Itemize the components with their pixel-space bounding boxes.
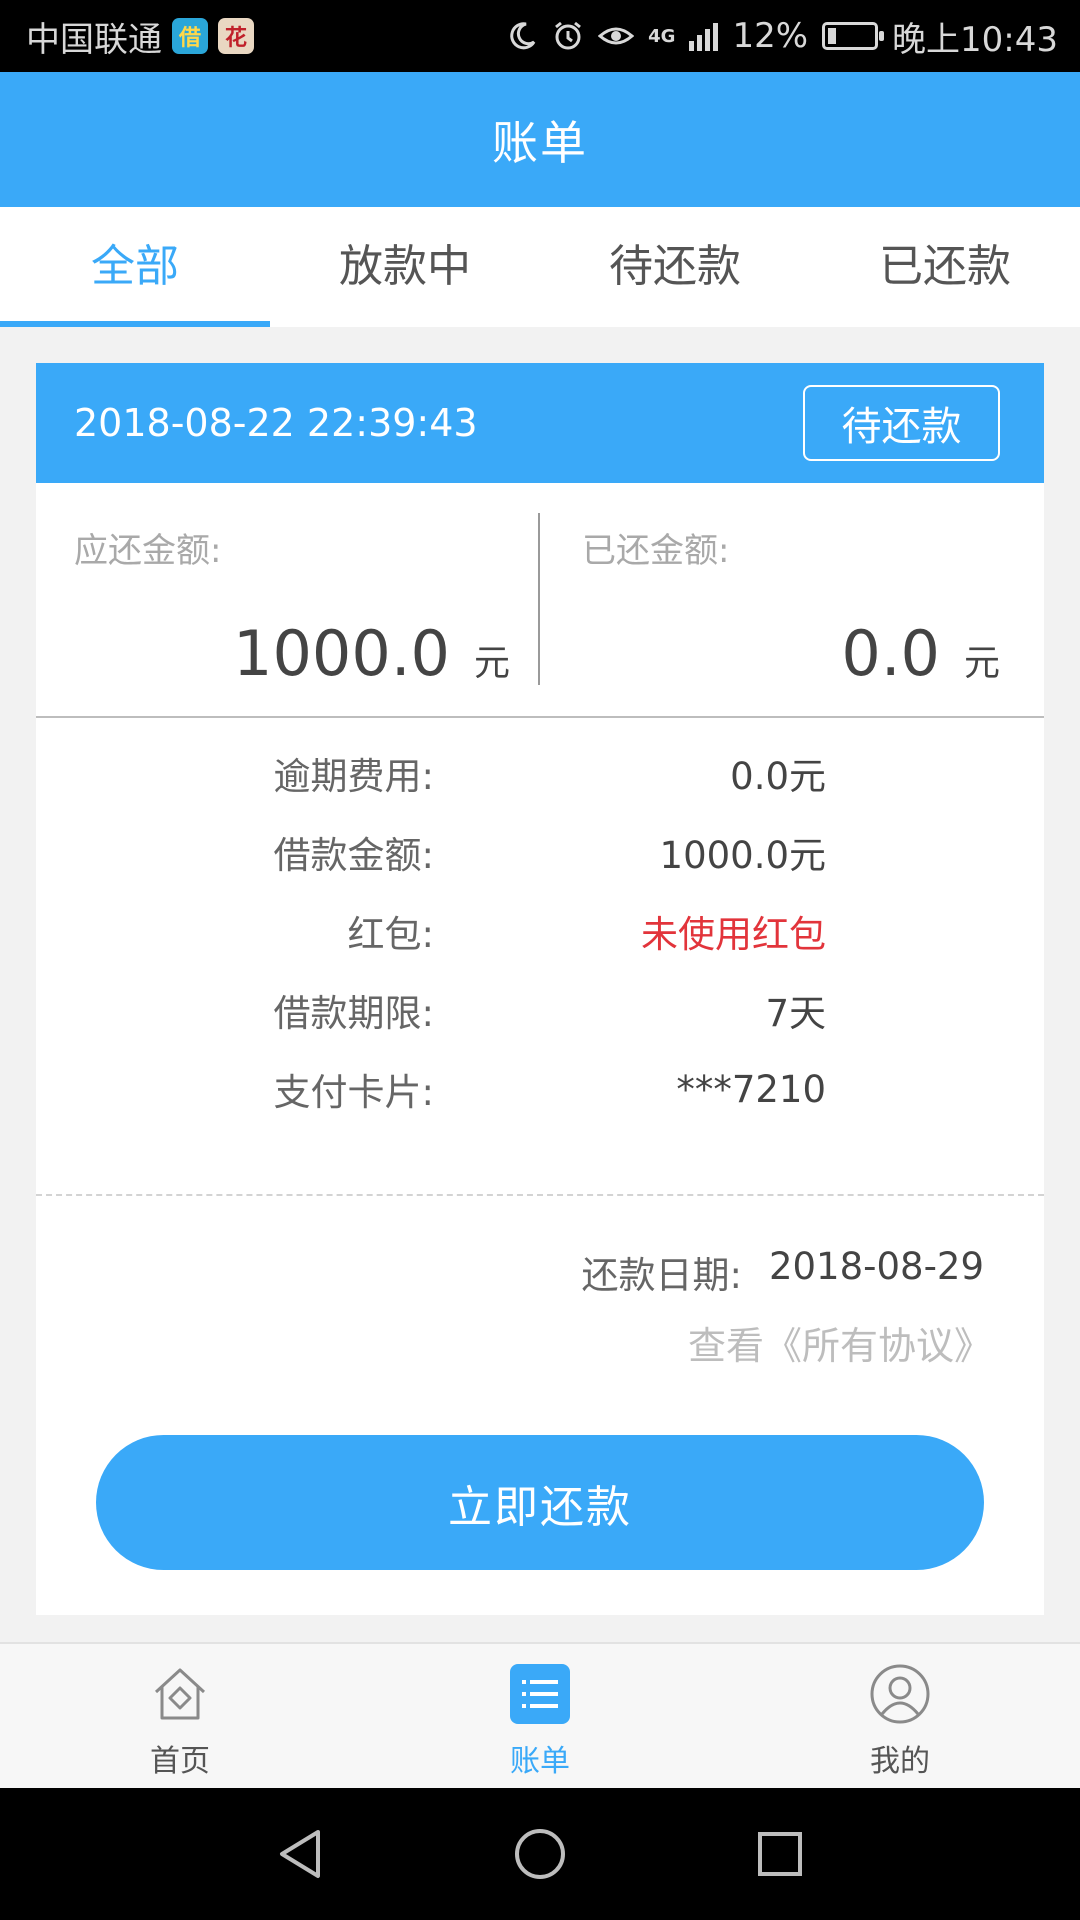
paid-amount-section: 已还金额: 0.0 元 xyxy=(540,483,1044,716)
detail-label: 借款金额: xyxy=(273,834,434,877)
detail-value: ***7210 xyxy=(676,1067,826,1111)
home-icon xyxy=(148,1662,212,1726)
loan-app-icon: 借 xyxy=(172,18,208,54)
due-amount-value: 1000.0 xyxy=(233,617,450,690)
paid-amount-value: 0.0 xyxy=(841,617,940,690)
home-circle-icon[interactable] xyxy=(510,1824,570,1884)
amount-summary: 应还金额: 1000.0 元 已还金额: 0.0 元 xyxy=(36,483,1044,718)
user-icon xyxy=(868,1662,932,1726)
dashed-divider xyxy=(36,1194,1044,1196)
nav-home[interactable]: 首页 xyxy=(0,1644,360,1788)
nav-mine[interactable]: 我的 xyxy=(720,1644,1080,1788)
nav-bills[interactable]: 账单 xyxy=(360,1644,720,1788)
repay-date-row: 还款日期: 2018-08-29 xyxy=(36,1233,1044,1303)
tab-disbursing[interactable]: 放款中 xyxy=(270,207,540,327)
battery-icon xyxy=(822,22,885,50)
nav-home-label: 首页 xyxy=(150,1744,210,1779)
due-amount-unit: 元 xyxy=(473,643,510,684)
due-amount-section: 应还金额: 1000.0 元 xyxy=(36,483,540,716)
detail-value: 7天 xyxy=(765,992,826,1035)
nav-mine-label: 我的 xyxy=(870,1744,930,1779)
repay-now-button[interactable]: 立即还款 xyxy=(96,1435,984,1570)
battery-percent: 12% xyxy=(732,16,809,56)
detail-label: 支付卡片: xyxy=(273,1071,434,1114)
detail-row-overdue-fee: 逾期费用: 0.0元 xyxy=(36,738,1044,808)
detail-value-red-packet: 未使用红包 xyxy=(641,913,826,956)
detail-row-red-packet: 红包: 未使用红包 xyxy=(36,896,1044,966)
bill-card-header: 2018-08-22 22:39:43 待还款 xyxy=(36,363,1044,483)
bill-datetime: 2018-08-22 22:39:43 xyxy=(74,401,478,445)
detail-label: 借款期限: xyxy=(273,992,434,1035)
bill-filter-tabs: 全部 放款中 待还款 已还款 xyxy=(0,207,1080,327)
eye-icon xyxy=(598,20,635,52)
network-type: 4G xyxy=(648,25,676,47)
back-icon[interactable] xyxy=(270,1824,330,1884)
status-bar: 中国联通 借 花 4G 12% 晚上10:43 xyxy=(0,0,1080,72)
repay-date-label: 还款日期: xyxy=(581,1254,742,1297)
system-nav-bar xyxy=(0,1788,1080,1920)
bill-list-icon xyxy=(508,1662,572,1726)
clock: 晚上10:43 xyxy=(892,19,1058,60)
tab-pending-repayment[interactable]: 待还款 xyxy=(540,207,810,327)
detail-row-loan-term: 借款期限: 7天 xyxy=(36,975,1044,1045)
detail-value: 0.0元 xyxy=(730,755,826,798)
view-agreements-link[interactable]: 查看《所有协议》 xyxy=(688,1315,992,1370)
repay-date-value: 2018-08-29 xyxy=(768,1245,984,1288)
paid-amount-unit: 元 xyxy=(963,643,1000,684)
paid-amount-label: 已还金额: xyxy=(582,531,730,571)
tab-repaid[interactable]: 已还款 xyxy=(810,207,1080,327)
bill-status-badge[interactable]: 待还款 xyxy=(803,385,1000,461)
detail-row-payment-card: 支付卡片: ***7210 xyxy=(36,1054,1044,1124)
app-header: 账单 xyxy=(0,72,1080,207)
recents-icon[interactable] xyxy=(750,1824,810,1884)
carrier-name: 中国联通 xyxy=(26,19,162,60)
bill-card: 2018-08-22 22:39:43 待还款 应还金额: 1000.0 元 已… xyxy=(36,363,1044,1615)
detail-label: 逾期费用: xyxy=(273,755,434,798)
due-amount-label: 应还金额: xyxy=(74,531,222,571)
bottom-nav: 首页 账单 我的 xyxy=(0,1642,1080,1788)
app-notification-icon: 花 xyxy=(218,18,254,54)
detail-row-loan-amount: 借款金额: 1000.0元 xyxy=(36,817,1044,887)
detail-label: 红包: xyxy=(347,913,434,956)
nav-bills-label: 账单 xyxy=(510,1744,570,1779)
alarm-icon xyxy=(552,20,584,52)
moon-icon xyxy=(506,20,538,52)
tab-all[interactable]: 全部 xyxy=(0,207,270,327)
signal-icon xyxy=(689,21,719,51)
detail-value: 1000.0元 xyxy=(659,834,826,877)
page-title: 账单 xyxy=(492,115,588,170)
